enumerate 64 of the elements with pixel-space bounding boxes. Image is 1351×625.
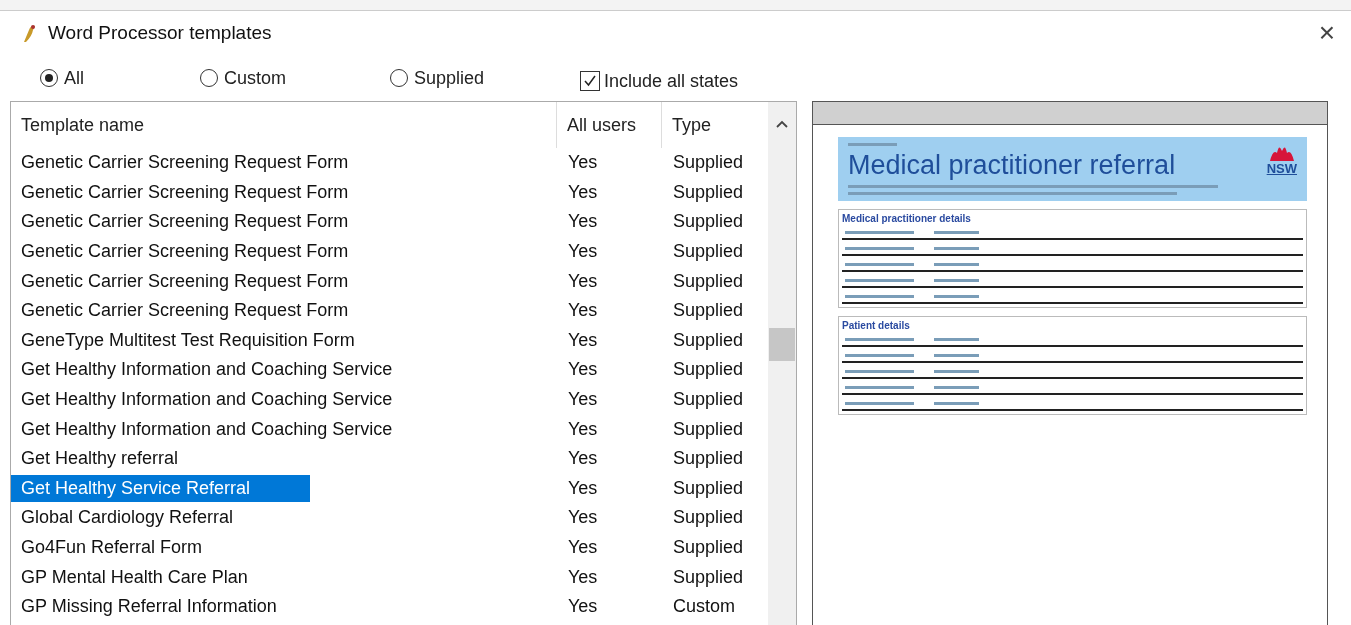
scrollbar[interactable] <box>768 102 796 625</box>
template-name-cell[interactable]: Get Healthy Information and Coaching Service <box>11 356 453 384</box>
radio-option[interactable]: Supplied <box>390 67 580 89</box>
all-users-cell-text: Yes <box>567 477 599 499</box>
include-states-checkbox[interactable]: Include all states <box>580 70 739 92</box>
all-users-cell-text: Yes <box>567 596 599 618</box>
all-users-cell-text: Yes <box>567 241 599 263</box>
document-title: Medical practitioner referral <box>848 150 1177 181</box>
checkbox-box[interactable] <box>580 71 600 91</box>
all-users-cell-text: Yes <box>567 270 599 292</box>
all-users-cell-text: Yes <box>567 507 599 529</box>
template-name-cell[interactable]: Get Healthy referral <box>11 445 239 473</box>
all-users-cell-text: Yes <box>567 181 599 203</box>
template-name-cell[interactable]: Genetic Carrier Screening Request Form <box>11 178 409 206</box>
type-cell-text: Supplied <box>672 181 745 203</box>
all-users-cell-text: Yes <box>567 211 599 233</box>
type-cell-text: Supplied <box>672 329 745 351</box>
window-title: Word Processor templates <box>48 22 273 44</box>
template-name-cell[interactable]: Get Healthy Information and Coaching Service <box>11 415 453 443</box>
radio-option[interactable]: Custom <box>200 67 390 89</box>
all-users-cell-text: Yes <box>567 300 599 322</box>
type-cell-text: Supplied <box>672 300 745 322</box>
template-name-cell[interactable]: GP Mental Health Care Plan <box>11 563 308 591</box>
template-name-cell[interactable]: Genetic Carrier Screening Request Form <box>11 267 409 295</box>
type-cell-text: Supplied <box>672 507 745 529</box>
template-name-cell[interactable]: Get Healthy Service Referral <box>11 474 311 502</box>
radio-option[interactable]: All <box>40 67 200 89</box>
type-cell-text: Supplied <box>672 211 745 233</box>
template-name-cell[interactable]: Genetic Carrier Screening Request Form <box>11 238 409 266</box>
template-name-cell[interactable]: Global Cardiology Referral <box>11 504 294 532</box>
type-cell-text: Supplied <box>672 477 745 499</box>
all-users-cell-text: Yes <box>567 152 599 174</box>
all-users-cell-text: Yes <box>567 359 599 381</box>
section-title: Patient details <box>842 320 911 331</box>
type-cell-text: Supplied <box>672 566 745 588</box>
type-cell-text: Supplied <box>672 448 745 470</box>
type-cell-text: Supplied <box>672 418 745 440</box>
type-cell-text: Supplied <box>672 270 745 292</box>
all-users-cell-text: Yes <box>567 418 599 440</box>
all-users-cell-text: Yes <box>567 329 599 351</box>
template-name-cell[interactable]: Genetic Carrier Screening Request Form <box>11 149 409 177</box>
column-header[interactable]: All users <box>556 102 661 148</box>
all-users-cell-text: Yes <box>567 448 599 470</box>
column-header[interactable]: Template name <box>11 102 556 148</box>
template-name-cell[interactable]: Genetic Carrier Screening Request Form <box>11 297 409 325</box>
all-users-cell-text: Yes <box>567 566 599 588</box>
template-name-cell[interactable]: Genetic Carrier Screening Request Form <box>11 208 409 236</box>
close-button[interactable]: × <box>1314 17 1339 49</box>
all-users-cell-text: Yes <box>567 389 599 411</box>
type-cell-text: Supplied <box>672 152 745 174</box>
scroll-thumb[interactable] <box>769 328 795 361</box>
scroll-up-icon[interactable] <box>776 120 788 128</box>
template-name-cell[interactable]: GP Missing Referral Information <box>11 593 337 621</box>
type-cell-text: Supplied <box>672 537 745 558</box>
logo-text: NSW <box>1266 161 1297 176</box>
template-name-cell[interactable]: Go4Fun Referral Form <box>11 534 263 561</box>
type-cell-text: Custom <box>672 596 736 618</box>
type-cell-text: Supplied <box>672 359 745 381</box>
type-cell-text: Supplied <box>672 241 745 263</box>
template-name-cell[interactable]: GeneType Multitest Test Requisition Form <box>11 326 415 354</box>
section-title: Medical practitioner details <box>842 213 972 224</box>
all-users-cell-text: Yes <box>567 537 599 558</box>
type-cell-text: Supplied <box>672 389 745 411</box>
template-name-cell[interactable]: Get Healthy Information and Coaching Service <box>11 386 453 414</box>
